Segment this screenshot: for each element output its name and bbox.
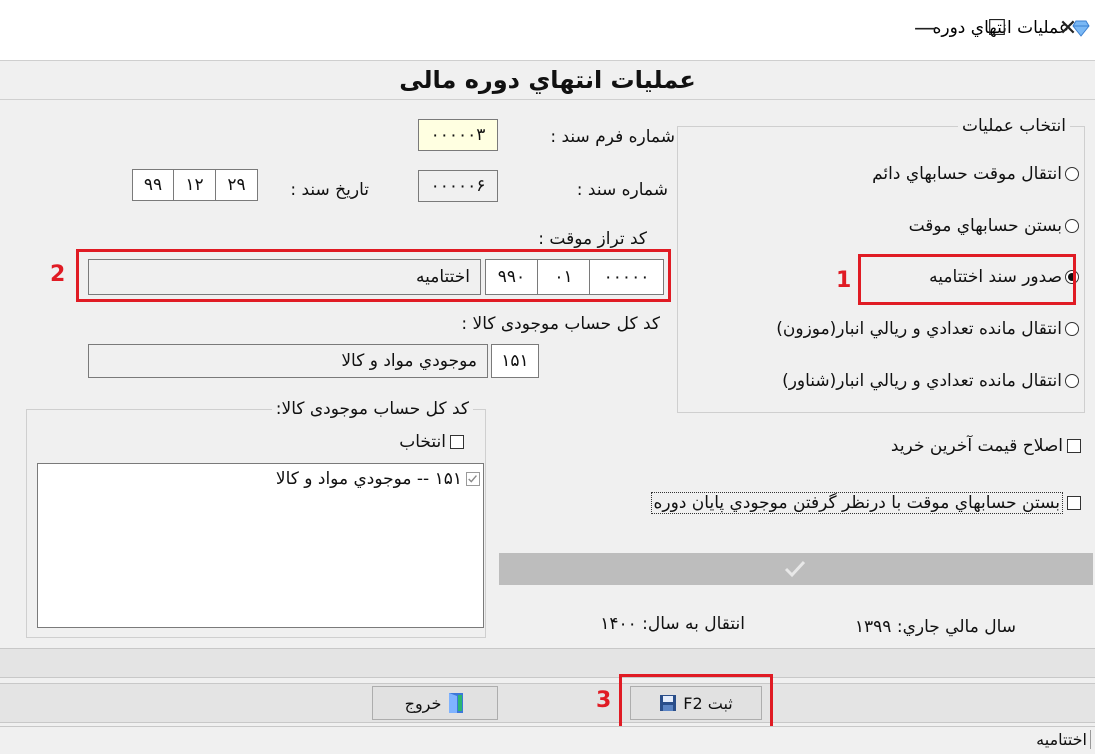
- page-title: عمليات انتهاي دوره مالی: [399, 66, 696, 94]
- title-bar: عمليات انتهاي دوره — ☐ ✕: [0, 0, 1095, 61]
- annotation-number-2: 2: [50, 262, 66, 287]
- radio-option-inventory-weighted[interactable]: انتقال مانده تعدادي و ريالي انبار(موزون): [776, 319, 1079, 339]
- annotation-number-1: 1: [836, 268, 852, 293]
- inventory-account-name: موجودي مواد و کالا: [88, 344, 488, 378]
- list-item[interactable]: ۱۵۱ -- موجودي مواد و کالا: [276, 469, 480, 489]
- close-button[interactable]: ✕: [1053, 14, 1083, 44]
- status-text: اختتاميه: [1036, 730, 1091, 749]
- radio-option-inventory-floating[interactable]: انتقال مانده تعدادي و ريالي انبار(شناور): [782, 371, 1079, 391]
- radio-icon: [1065, 167, 1079, 181]
- door-exit-icon: [449, 693, 464, 713]
- doc-date-month[interactable]: ۱۲: [173, 169, 216, 201]
- radio-option-transfer-permanent[interactable]: انتقال موقت حسابهاي دائم: [872, 164, 1079, 184]
- inventory-group-title: کد کل حساب موجودی کالا:: [271, 399, 473, 419]
- doc-date-year[interactable]: ۹۹: [132, 169, 174, 201]
- annotation-number-3: 3: [596, 688, 612, 713]
- highlight-box-1: [858, 254, 1076, 305]
- close-icon: ✕: [1058, 16, 1078, 41]
- header-band: عمليات انتهاي دوره مالی: [0, 61, 1095, 100]
- radio-option-close-temporary[interactable]: بستن حسابهاي موقت: [909, 216, 1079, 236]
- form-number-field[interactable]: ۰۰۰۰۰۳: [418, 119, 498, 151]
- checkbox-icon: [1067, 496, 1081, 510]
- checkbox-checked-icon: [466, 472, 480, 486]
- close-with-inventory-label: بستن حسابهاي موقت با درنظر گرفتن موجودي …: [650, 492, 1063, 514]
- minimize-icon: —: [914, 16, 936, 41]
- select-all-label: انتخاب: [399, 432, 446, 452]
- radio-icon: [1065, 322, 1079, 336]
- radio-label: بستن حسابهاي موقت: [908, 216, 1062, 236]
- list-item-label: ۱۵۱ -- موجودي مواد و کالا: [275, 469, 462, 489]
- close-with-inventory-checkbox[interactable]: بستن حسابهاي موقت با درنظر گرفتن موجودي …: [650, 492, 1081, 514]
- operations-group-title: انتخاب عمليات: [957, 116, 1070, 136]
- doc-number-label: شماره سند :: [576, 180, 668, 200]
- exit-button[interactable]: خروج: [372, 686, 498, 720]
- inventory-account-code[interactable]: ۱۵۱: [491, 344, 539, 378]
- fix-last-price-checkbox[interactable]: اصلاح قيمت آخرين خريد: [891, 436, 1081, 456]
- minimize-button[interactable]: —: [910, 14, 940, 44]
- radio-icon: [1065, 219, 1079, 233]
- doc-date-label: تاريخ سند :: [290, 180, 369, 200]
- form-number-label: شماره فرم سند :: [550, 127, 675, 147]
- progress-bar: [499, 553, 1093, 585]
- radio-label: انتقال مانده تعدادي و ريالي انبار(موزون): [776, 319, 1062, 339]
- radio-label: انتقال موقت حسابهاي دائم: [872, 164, 1062, 184]
- exit-button-label: خروج: [404, 693, 442, 713]
- current-year-label: سال مالي جاري: ۱۳۹۹: [854, 617, 1016, 637]
- inventory-group: کد کل حساب موجودی کالا: انتخاب ۱۵۱ -- مو…: [26, 399, 486, 638]
- highlight-box-2: [76, 249, 671, 302]
- maximize-icon: ☐: [987, 16, 1007, 41]
- separator-bar: [0, 648, 1095, 678]
- checkbox-icon: [450, 435, 464, 449]
- main-window: عمليات انتهاي دوره — ☐ ✕ عمليات انتهاي د…: [0, 0, 1095, 754]
- highlight-box-3: [619, 674, 773, 733]
- doc-date-day[interactable]: ۲۹: [215, 169, 258, 201]
- checkmark-icon: [784, 560, 806, 578]
- select-all-checkbox[interactable]: انتخاب: [399, 432, 464, 452]
- inventory-list[interactable]: ۱۵۱ -- موجودي مواد و کالا: [37, 463, 484, 628]
- radio-label: انتقال مانده تعدادي و ريالي انبار(شناور): [782, 371, 1062, 391]
- radio-icon: [1065, 374, 1079, 388]
- doc-number-field[interactable]: ۰۰۰۰۰۶: [418, 170, 498, 202]
- button-bar: [0, 683, 1095, 723]
- inventory-account-label: کد کل حساب موجودی کالا :: [461, 314, 660, 334]
- maximize-button[interactable]: ☐: [982, 14, 1012, 44]
- checkbox-icon: [1067, 439, 1081, 453]
- fix-last-price-label: اصلاح قيمت آخرين خريد: [890, 436, 1063, 456]
- temp-balance-label: کد تراز موقت :: [538, 229, 647, 249]
- status-bar: اختتاميه: [0, 726, 1095, 754]
- transfer-year-label: انتقال به سال: ۱۴۰۰: [600, 614, 745, 634]
